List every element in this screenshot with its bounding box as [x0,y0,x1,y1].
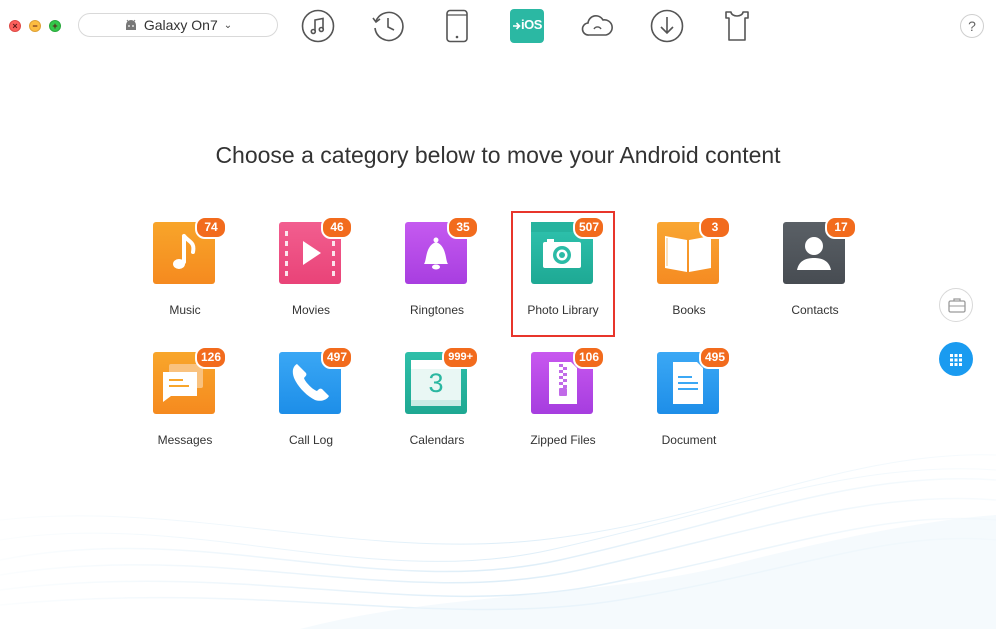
music-note-icon [301,9,335,43]
category-document[interactable]: 495 Document [639,344,739,454]
call-log-category-icon: 497 [279,346,353,414]
category-label: Books [672,303,706,317]
android-to-ios-button[interactable]: iOS [510,9,544,43]
category-music[interactable]: 74 Music [135,214,235,324]
audio-manager-button[interactable] [301,9,335,43]
photo-library-category-icon: 507 [531,216,605,284]
chevron-down-icon: ⌄ [223,19,233,31]
download-icon [650,9,684,43]
count-badge: 507 [572,216,605,239]
help-button[interactable]: ? [960,14,984,38]
category-label: Movies [291,303,330,317]
category-label: Ringtones [409,303,465,317]
movies-category-icon: 46 [279,216,353,284]
category-label: Zipped Files [530,433,596,447]
toolkit-button[interactable] [939,288,973,322]
ios-label: iOS [521,17,542,32]
music-category-icon: 74 [153,216,227,284]
count-badge: 106 [572,346,605,369]
device-manager-button[interactable] [440,9,474,43]
category-label: Photo Library [527,303,599,317]
category-zipped-files[interactable]: 106 Zipped Files [513,344,613,454]
briefcase-icon [948,298,966,313]
category-contacts[interactable]: 17 Contacts [765,214,865,324]
category-view-button[interactable] [939,342,973,376]
cloud-icon [581,15,613,36]
phone-icon [446,9,468,43]
backup-history-button[interactable] [371,9,405,43]
category-label: Music [169,303,201,317]
category-label: Document [661,433,717,447]
toolbar: × − + Galaxy On7 ⌄ iOS ? [0,0,996,54]
category-books[interactable]: 3 Books [639,214,739,324]
count-badge: 46 [321,216,353,239]
close-icon: × [12,21,18,31]
count-badge: 495 [698,346,731,369]
category-label: Call Log [288,433,334,447]
ringtones-category-icon: 35 [405,216,479,284]
window-maximize-button[interactable]: + [49,20,61,32]
calendar-day: 3 [428,368,444,398]
category-ringtones[interactable]: 35 Ringtones [387,214,487,324]
window-minimize-button[interactable]: − [29,20,41,32]
count-badge: 126 [194,346,227,369]
minimize-icon: − [32,21,38,31]
maximize-icon: + [52,21,58,31]
skin-manager-button[interactable] [720,9,754,43]
messages-category-icon: 126 [153,346,227,414]
calendars-category-icon: 3 999+ [405,346,479,414]
grid-icon [950,354,962,366]
contacts-category-icon: 17 [783,216,857,284]
count-badge: 35 [447,216,479,239]
count-badge: 74 [195,216,227,239]
category-messages[interactable]: 126 Messages [135,344,235,454]
android-icon [125,19,136,30]
zipped-files-category-icon: 106 [531,346,605,414]
window-close-button[interactable]: × [9,20,21,32]
count-badge: 3 [699,216,731,239]
count-badge: 17 [825,216,857,239]
category-movies[interactable]: 46 Movies [261,214,361,324]
count-badge: 999+ [442,346,479,369]
device-name: Galaxy On7 [143,17,218,33]
page-title: Choose a category below to move your And… [215,142,781,168]
books-category-icon: 3 [657,216,731,284]
icloud-manager-button[interactable] [580,9,614,43]
category-calendars[interactable]: 3 999+ Calendars [387,344,487,454]
category-label: Messages [157,433,213,447]
device-selector[interactable]: Galaxy On7 ⌄ [78,13,278,37]
count-badge: 497 [320,346,353,369]
category-label: Calendars [409,433,465,447]
category-label: Contacts [791,303,839,317]
downloader-button[interactable] [650,9,684,43]
category-call-log[interactable]: 497 Call Log [261,344,361,454]
tshirt-icon [725,11,749,41]
category-photo-library[interactable]: 507 Photo Library [511,211,615,337]
history-icon [372,11,404,42]
document-category-icon: 495 [657,346,731,414]
